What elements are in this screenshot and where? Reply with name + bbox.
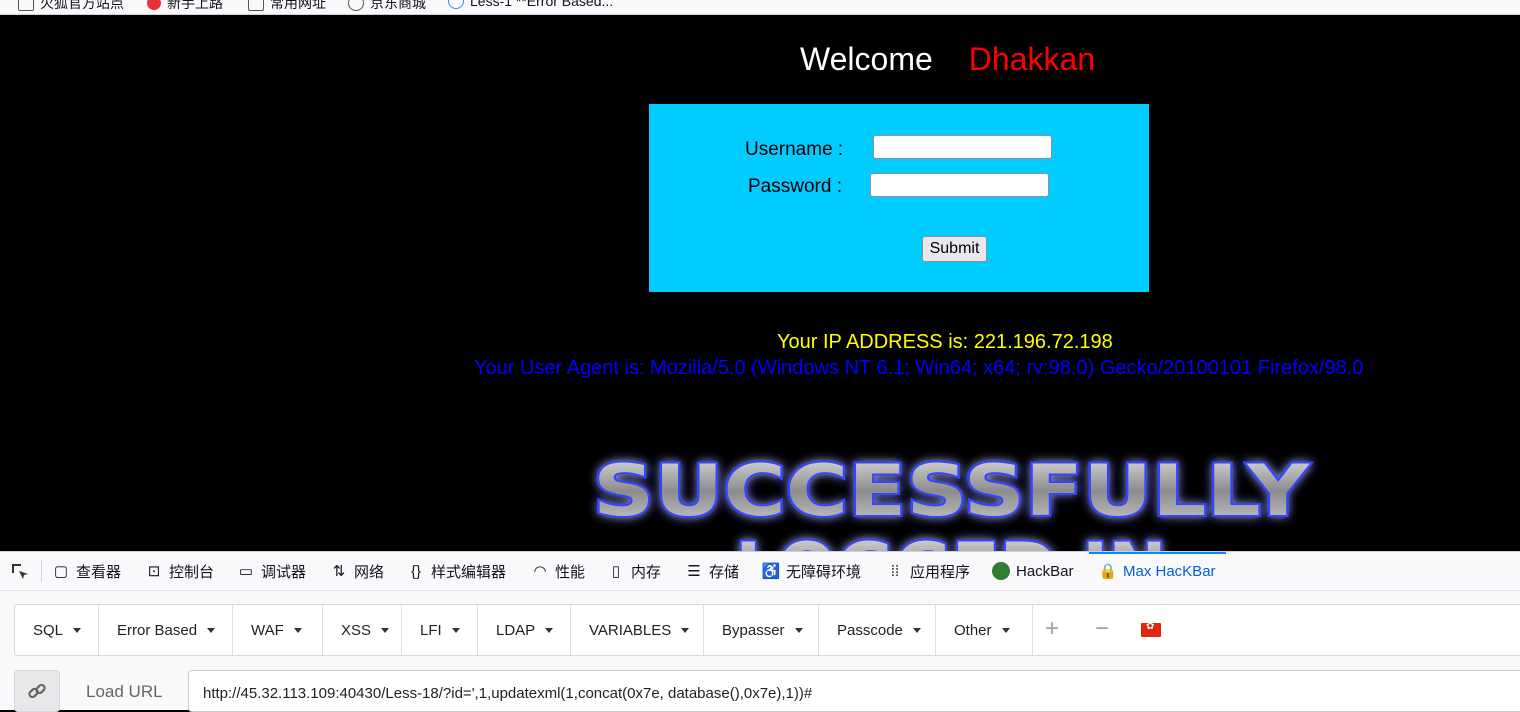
user-name: Dhakkan [968, 41, 1096, 77]
max-hackbar-icon: 🔒 [1098, 563, 1118, 580]
chevron-down-icon [73, 627, 82, 633]
load-url-button[interactable]: Load URL [86, 682, 163, 702]
tab-console[interactable]: ⊡ 控制台 [145, 552, 214, 590]
debugger-icon: ▭ [238, 563, 254, 580]
menu-xss[interactable]: XSS [323, 605, 402, 655]
divider [41, 560, 42, 582]
menu-sql[interactable]: SQL [15, 605, 99, 655]
chevron-down-icon [381, 627, 390, 633]
devtools-tabs: ▢ 查看器 ⊡ 控制台 ▭ 调试器 ⇅ 网络 {} 样式编辑器 ◠ 性能 ▯ 内存 ☰ 存储 ♿… [0, 552, 1520, 591]
globe-icon [348, 0, 364, 11]
tab-style-editor[interactable]: {} 样式编辑器 [407, 552, 506, 590]
red-dot-icon [147, 0, 161, 10]
success-line-1: SUCCESSFULLY [593, 450, 1311, 532]
menu-waf[interactable]: WAF [233, 605, 323, 655]
devtools-panel: ▢ 查看器 ⊡ 控制台 ▭ 调试器 ⇅ 网络 {} 样式编辑器 ◠ 性能 ▯ 内存 ☰ 存储 ♿… [0, 551, 1520, 712]
success-banner: SUCCESSFULLY LOGGED IN [581, 435, 1321, 551]
menu-lfi[interactable]: LFI [402, 605, 478, 655]
folder-icon [248, 0, 264, 11]
tab-max-hackbar[interactable]: 🔒 Max HacKBar [1089, 552, 1226, 590]
password-label: Password : [748, 176, 842, 197]
welcome-heading: Welcome Dhakkan [800, 41, 1095, 78]
menu-bypasser[interactable]: Bypasser [704, 605, 819, 655]
link-icon [28, 683, 46, 699]
ip-address-text: Your IP ADDRESS is: 221.196.72.198 [777, 331, 1113, 353]
menu-other[interactable]: Other [936, 605, 1033, 655]
plus-icon[interactable]: + [1045, 617, 1059, 641]
chevron-down-icon [207, 627, 216, 633]
bookmark-less1[interactable]: Less-1 **Error Based... [448, 0, 613, 9]
page-viewport: Welcome Dhakkan Username : Password : Sub… [1, 15, 1520, 551]
tab-hackbar[interactable]: HackBar [992, 552, 1074, 590]
hackbar-menu: SQL Error Based WAF XSS LFI LDAP VARIABL… [14, 604, 1520, 656]
inspector-icon: ▢ [53, 563, 69, 580]
bookmark-common[interactable]: 常用网址 [248, 0, 326, 13]
username-label: Username : [745, 139, 844, 160]
success-line-2: LOGGED IN [735, 528, 1166, 551]
menu-passcode[interactable]: Passcode [819, 605, 936, 655]
link-button[interactable] [14, 670, 60, 712]
chevron-down-icon [293, 627, 302, 633]
minus-icon[interactable]: − [1095, 617, 1109, 641]
chevron-down-icon [681, 627, 690, 633]
bookmarks-bar: 火狐官方站点 新手上路 常用网址 京东商城 Less-1 **Error Bas… [0, 0, 1520, 15]
bookmark-firefox[interactable]: 火狐官方站点 [18, 0, 124, 13]
tab-accessibility[interactable]: ♿ 无障碍环境 [762, 552, 861, 590]
username-input[interactable] [873, 135, 1052, 159]
performance-icon: ◠ [533, 563, 547, 580]
welcome-text: Welcome [800, 41, 933, 77]
chevron-down-icon [794, 627, 803, 633]
hong-kong-flag-icon[interactable] [1141, 621, 1161, 637]
tab-application[interactable]: ⁞⁞ 应用程序 [886, 552, 970, 590]
url-row: Load URL http://45.32.113.109:40430/Less… [14, 670, 1520, 712]
tab-debugger[interactable]: ▭ 调试器 [237, 552, 306, 590]
menu-error-based[interactable]: Error Based [99, 605, 233, 655]
chevron-down-icon [1001, 627, 1010, 633]
user-agent-text: Your User Agent is: Mozilla/5.0 (Windows… [474, 357, 1364, 379]
style-editor-icon: {} [410, 562, 422, 580]
memory-icon: ▯ [611, 563, 621, 580]
tab-memory[interactable]: ▯ 内存 [607, 552, 661, 590]
hackbar-icon [992, 562, 1010, 580]
tab-storage[interactable]: ☰ 存储 [685, 552, 739, 590]
submit-button[interactable]: Submit [922, 236, 987, 262]
console-icon: ⊡ [147, 563, 161, 580]
menu-ldap[interactable]: LDAP [478, 605, 571, 655]
application-icon: ⁞⁞ [890, 562, 900, 580]
bookmark-jd[interactable]: 京东商城 [348, 0, 426, 13]
bookmark-newbie[interactable]: 新手上路 [147, 0, 223, 13]
firefox-icon [18, 0, 34, 11]
url-input[interactable]: http://45.32.113.109:40430/Less-18/?id='… [188, 670, 1520, 712]
storage-icon: ☰ [687, 563, 701, 580]
chevron-down-icon [912, 627, 921, 633]
login-form: Username : Password : Submit [649, 104, 1149, 292]
chevron-down-icon [451, 627, 460, 633]
page-icon [448, 0, 464, 9]
accessibility-icon: ♿ [761, 563, 781, 580]
tab-performance[interactable]: ◠ 性能 [531, 552, 585, 590]
chevron-down-icon [545, 627, 554, 633]
password-input[interactable] [870, 173, 1049, 197]
menu-variables[interactable]: VARIABLES [571, 605, 704, 655]
element-picker-icon[interactable] [10, 562, 30, 582]
tab-inspector[interactable]: ▢ 查看器 [52, 552, 121, 590]
tab-network[interactable]: ⇅ 网络 [330, 552, 384, 590]
network-icon: ⇅ [332, 563, 346, 580]
